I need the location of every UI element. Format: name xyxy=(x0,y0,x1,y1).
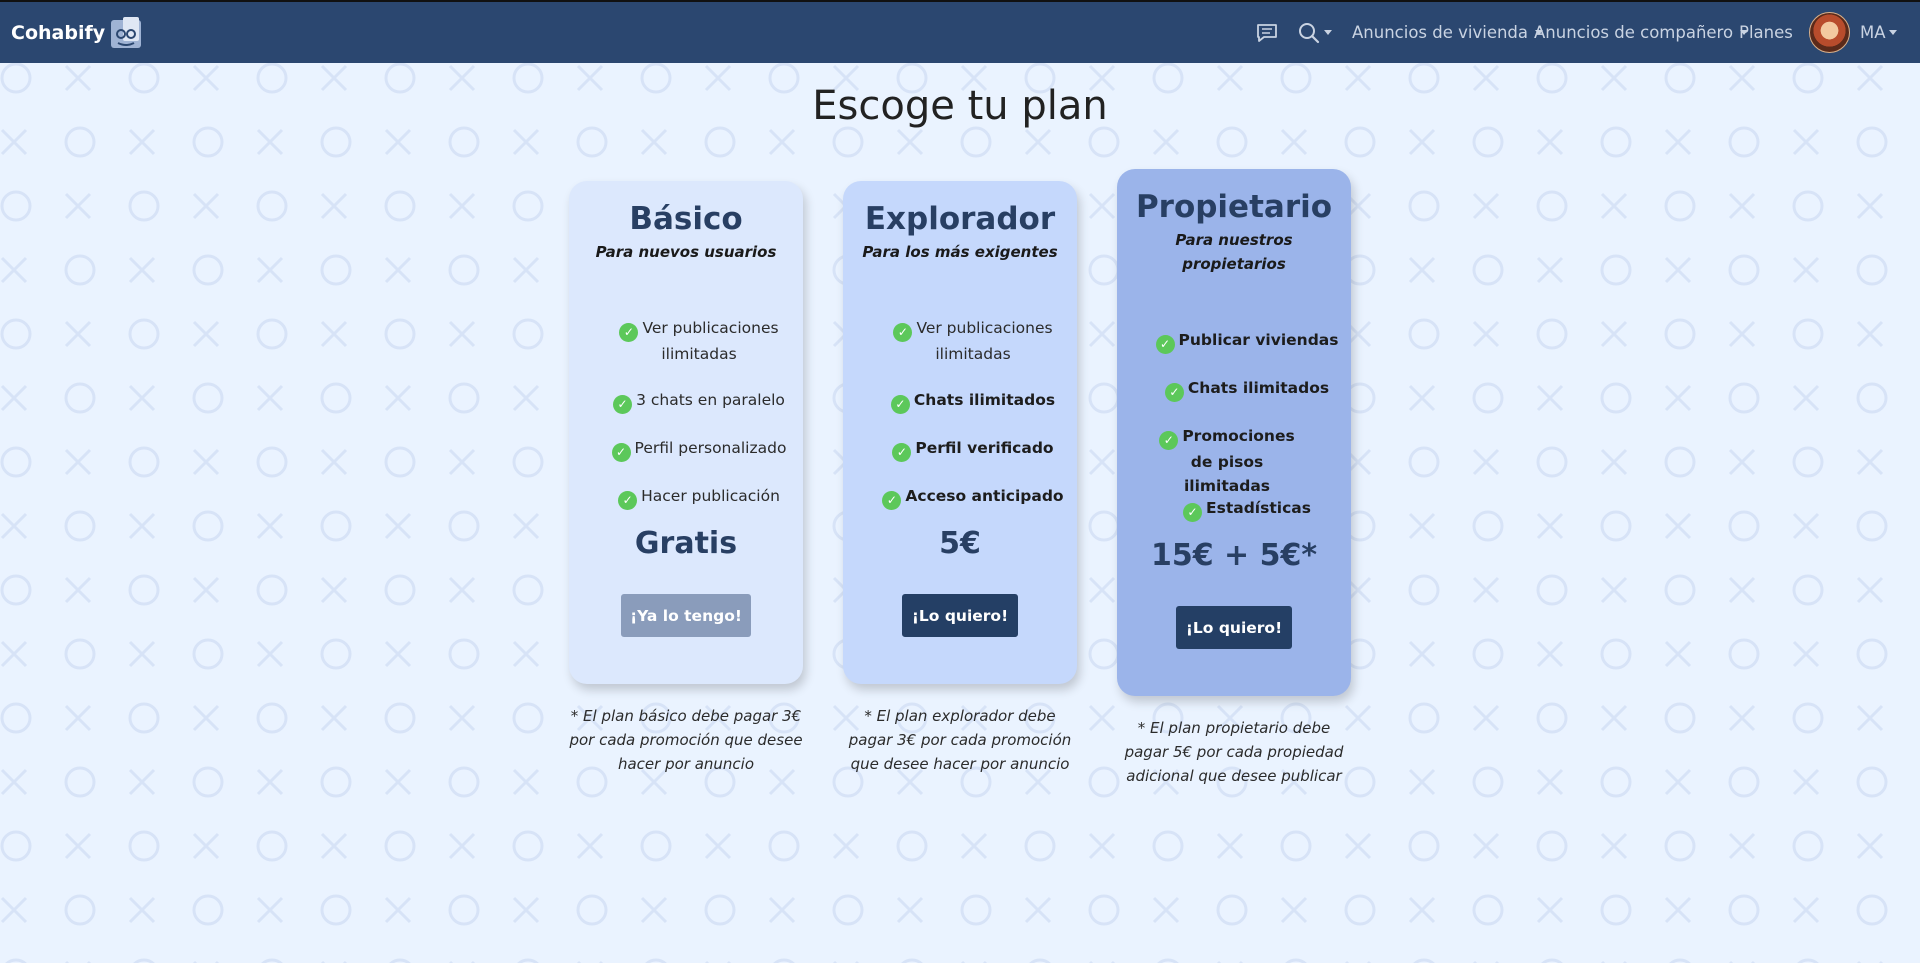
plan-price: Gratis xyxy=(634,526,738,561)
plan-subtitle: Para nuevos usuarios xyxy=(595,243,777,261)
plan-name: Propietario xyxy=(1135,189,1333,225)
check-icon: ✓ xyxy=(1183,503,1203,522)
chevron-down-icon xyxy=(1324,30,1332,35)
user-menu[interactable]: MA xyxy=(1809,2,1897,63)
plan-owned-button[interactable]: ¡Ya lo tengo! xyxy=(621,594,751,637)
check-icon: ✓ xyxy=(619,323,639,342)
plan-feature: ✓ Perfil verificado xyxy=(878,436,1068,462)
two-faces-logo-icon xyxy=(111,17,142,48)
user-initials: MA xyxy=(1860,23,1886,42)
plan-note: * El plan propietario debe pagar 5€ por … xyxy=(1124,719,1344,785)
search-icon xyxy=(1299,22,1320,43)
plan-card-propietario: Propietario Para nuestros propietarios ✓… xyxy=(1117,169,1351,696)
nav-plans-link[interactable]: Planes xyxy=(1739,2,1793,63)
check-icon: ✓ xyxy=(882,491,902,510)
search-dropdown[interactable] xyxy=(1298,2,1332,63)
plan-note: * El plan básico debe pagar 3€ por cada … xyxy=(569,707,803,773)
plan-feature: ✓ Acceso anticipado xyxy=(878,484,1068,510)
check-icon: ✓ xyxy=(1164,383,1184,402)
plan-buy-button[interactable]: ¡Lo quiero! xyxy=(902,594,1018,637)
plan-feature: ✓ Chats ilimitados xyxy=(1152,376,1342,402)
nav-housing-dropdown[interactable]: Anuncios de vivienda xyxy=(1352,2,1544,63)
page-title: Escoge tu plan xyxy=(812,83,1108,129)
check-icon: ✓ xyxy=(611,443,631,462)
check-icon: ✓ xyxy=(893,323,913,342)
check-icon: ✓ xyxy=(1155,335,1175,354)
nav-housing-label: Anuncios de vivienda xyxy=(1352,23,1529,42)
plan-subtitle: Para los más exigentes xyxy=(862,243,1058,261)
check-icon: ✓ xyxy=(892,443,912,462)
check-icon: ✓ xyxy=(1159,431,1179,450)
nav-plans-label: Planes xyxy=(1739,23,1793,42)
plans-page: Escoge tu plan Básico Para nuevos usuari… xyxy=(0,63,1920,963)
plan-price: 5€ xyxy=(939,526,981,561)
plan-name: Explorador xyxy=(864,201,1056,237)
plan-buy-button[interactable]: ¡Lo quiero! xyxy=(1176,606,1292,649)
avatar xyxy=(1809,12,1850,53)
plan-name: Básico xyxy=(629,201,743,237)
plan-feature: ✓ 3 chats en paralelo xyxy=(604,388,794,414)
brand-name: Cohabify xyxy=(11,22,106,44)
plan-feature: ✓ Hacer publicación xyxy=(604,484,794,510)
nav-roommate-label: Anuncios de compañero xyxy=(1534,23,1734,42)
plan-feature: ✓ Ver publicaciones ilimitadas xyxy=(604,316,794,366)
check-icon: ✓ xyxy=(613,395,633,414)
plan-subtitle: Para nuestros propietarios xyxy=(1175,231,1293,273)
navbar: Cohabify Anuncios de vivienda Anuncios d… xyxy=(0,2,1920,63)
plan-note: * El plan explorador debe pagar 3€ por c… xyxy=(848,707,1072,773)
check-icon: ✓ xyxy=(890,395,910,414)
plan-price: 15€ + 5€* xyxy=(1150,538,1318,573)
check-icon: ✓ xyxy=(618,491,638,510)
chat-icon[interactable] xyxy=(1256,2,1278,63)
plan-card-basico: Básico Para nuevos usuarios ✓ Ver publica… xyxy=(569,181,803,684)
plan-card-explorador: Explorador Para los más exigentes ✓ Ver p… xyxy=(843,181,1077,684)
plan-feature: ✓ Ver publicaciones ilimitadas xyxy=(878,316,1068,366)
plan-feature: ✓ Publicar viviendas xyxy=(1152,328,1342,354)
plan-feature: ✓ Promociones de pisos ilimitadas xyxy=(1152,424,1302,498)
plan-feature: ✓ Perfil personalizado xyxy=(604,436,794,462)
chevron-down-icon xyxy=(1888,30,1897,35)
brand-link[interactable]: Cohabify xyxy=(11,16,143,50)
nav-roommate-dropdown[interactable]: Anuncios de compañero xyxy=(1534,2,1749,63)
plan-feature: ✓ Chats ilimitados xyxy=(878,388,1068,414)
plan-feature: ✓ Estadísticas xyxy=(1152,496,1342,522)
top-border xyxy=(0,0,1920,2)
